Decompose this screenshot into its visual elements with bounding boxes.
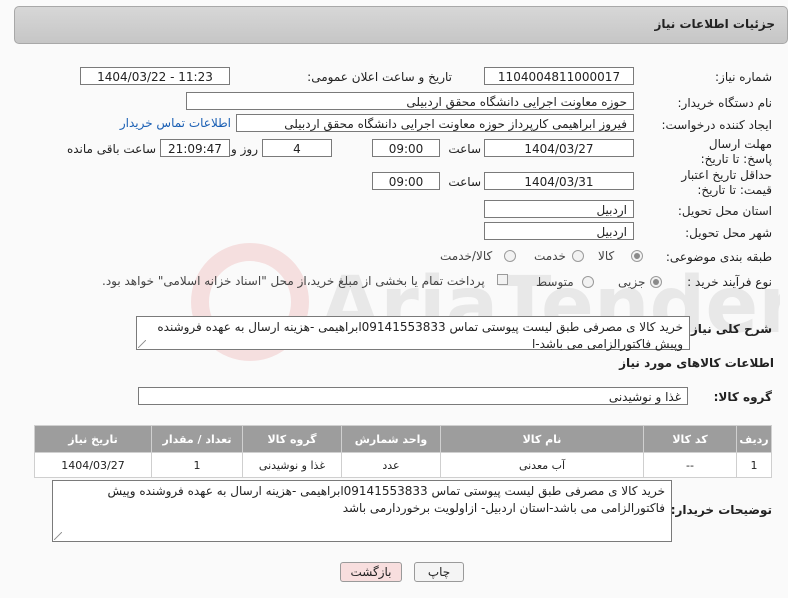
need-number-label: شماره نیاز: xyxy=(715,70,772,84)
buyer-notes-text: خرید کالا ی مصرفی طبق لیست پیوستی تماس 0… xyxy=(107,484,666,515)
description-textarea[interactable]: خرید کالا ی مصرفی طبق لیست پیوستی تماس 0… xyxy=(136,316,690,351)
table-header-row: ردیف کد کالا نام کالا واحد شمارش گروه کا… xyxy=(34,425,772,453)
cell-row-number: 1 xyxy=(736,452,772,478)
buyer-org-label: نام دستگاه خریدار: xyxy=(677,96,773,110)
process-label: نوع فرآیند خرید : xyxy=(687,275,772,289)
deadline-date-field: 1404/03/27 xyxy=(484,139,634,157)
deadline-label: مهلت ارسال پاسخ: تا تاریخ: xyxy=(700,137,772,166)
validity-time-field: 09:00 xyxy=(372,172,440,190)
resize-grip-icon[interactable] xyxy=(54,532,62,540)
process-minor-label: جزیی xyxy=(618,275,646,289)
deadline-time-label: ساعت xyxy=(448,142,481,156)
buyer-org-field: حوزه معاونت اجرایی دانشگاه محقق اردبیلی xyxy=(186,92,634,110)
col-header-name: نام کالا xyxy=(440,425,644,453)
days-remaining-field: 4 xyxy=(262,139,332,157)
category-goods-label: کالا xyxy=(598,249,615,263)
city-field: اردبیل xyxy=(484,222,634,240)
cell-quantity: 1 xyxy=(151,452,243,478)
validity-label: حداقل تاریخ اعتبار قیمت: تا تاریخ: xyxy=(681,168,772,197)
cell-group: غذا و نوشیدنی xyxy=(242,452,342,478)
province-field: اردبیل xyxy=(484,200,634,218)
back-button[interactable]: بازگشت xyxy=(340,562,402,582)
category-goods-service-label: کالا/خدمت xyxy=(440,249,493,263)
time-remaining-field: 21:09:47 xyxy=(160,139,230,157)
goods-group-field: غذا و نوشیدنی xyxy=(138,387,688,405)
col-header-row-number: ردیف xyxy=(736,425,772,453)
deadline-time-field: 09:00 xyxy=(372,139,440,157)
process-medium-radio[interactable] xyxy=(582,276,594,288)
category-service-radio[interactable] xyxy=(572,250,584,262)
buyer-notes-label: توضیحات خریدار: xyxy=(670,503,772,517)
col-header-quantity: تعداد / مقدار xyxy=(151,425,243,453)
requester-label: ایجاد کننده درخواست: xyxy=(661,118,772,132)
requester-field: فیروز ابراهیمی کارپرداز حوزه معاونت اجرا… xyxy=(236,114,634,132)
announce-label: تاریخ و ساعت اعلان عمومی: xyxy=(307,70,452,84)
validity-time-label: ساعت xyxy=(448,175,481,189)
col-header-code: کد کالا xyxy=(643,425,737,453)
buyer-contact-link[interactable]: اطلاعات تماس خریدار xyxy=(120,116,231,130)
announce-datetime-field: 1404/03/22 - 11:23 xyxy=(80,67,230,85)
category-service-label: خدمت xyxy=(534,249,566,263)
goods-section-title: اطلاعات کالاهای مورد نیاز xyxy=(619,356,774,370)
treasury-payment-note: پرداخت تمام یا بخشی از مبلغ خرید،از محل … xyxy=(102,274,485,288)
category-label: طبقه بندی موضوعی: xyxy=(665,250,772,264)
table-row: 1 -- آب معدنی عدد غذا و نوشیدنی 1 1404/0… xyxy=(34,452,772,478)
cell-code: -- xyxy=(643,452,737,478)
buyer-notes-textarea[interactable]: خرید کالا ی مصرفی طبق لیست پیوستی تماس 0… xyxy=(52,480,672,542)
page-title: جزئیات اطلاعات نیاز xyxy=(654,17,775,31)
cell-need-date: 1404/03/27 xyxy=(34,452,152,478)
col-header-group: گروه کالا xyxy=(242,425,342,453)
col-header-unit: واحد شمارش xyxy=(341,425,441,453)
category-goods-radio[interactable] xyxy=(631,250,643,262)
goods-group-label: گروه کالا: xyxy=(713,390,772,404)
days-label: روز و xyxy=(231,142,258,156)
category-goods-service-radio[interactable] xyxy=(504,250,516,262)
cell-unit: عدد xyxy=(341,452,441,478)
need-number-field: 1104004811000017 xyxy=(484,67,634,85)
process-minor-radio[interactable] xyxy=(650,276,662,288)
city-label: شهر محل تحویل: xyxy=(685,226,772,240)
col-header-need-date: تاریخ نیاز xyxy=(34,425,152,453)
print-button[interactable]: چاپ xyxy=(414,562,464,582)
cell-name: آب معدنی xyxy=(440,452,644,478)
description-text: خرید کالا ی مصرفی طبق لیست پیوستی تماس 0… xyxy=(157,320,683,351)
description-label: شرح کلی نیاز: xyxy=(686,322,772,336)
resize-grip-icon[interactable] xyxy=(138,340,146,348)
details-header-panel: جزئیات اطلاعات نیاز xyxy=(14,6,788,44)
process-medium-label: متوسط xyxy=(536,275,574,289)
province-label: استان محل تحویل: xyxy=(677,204,772,218)
items-table: ردیف کد کالا نام کالا واحد شمارش گروه کا… xyxy=(34,425,772,478)
treasury-payment-checkbox[interactable] xyxy=(497,274,508,285)
validity-date-field: 1404/03/31 xyxy=(484,172,634,190)
remaining-label: ساعت باقی مانده xyxy=(66,142,156,156)
